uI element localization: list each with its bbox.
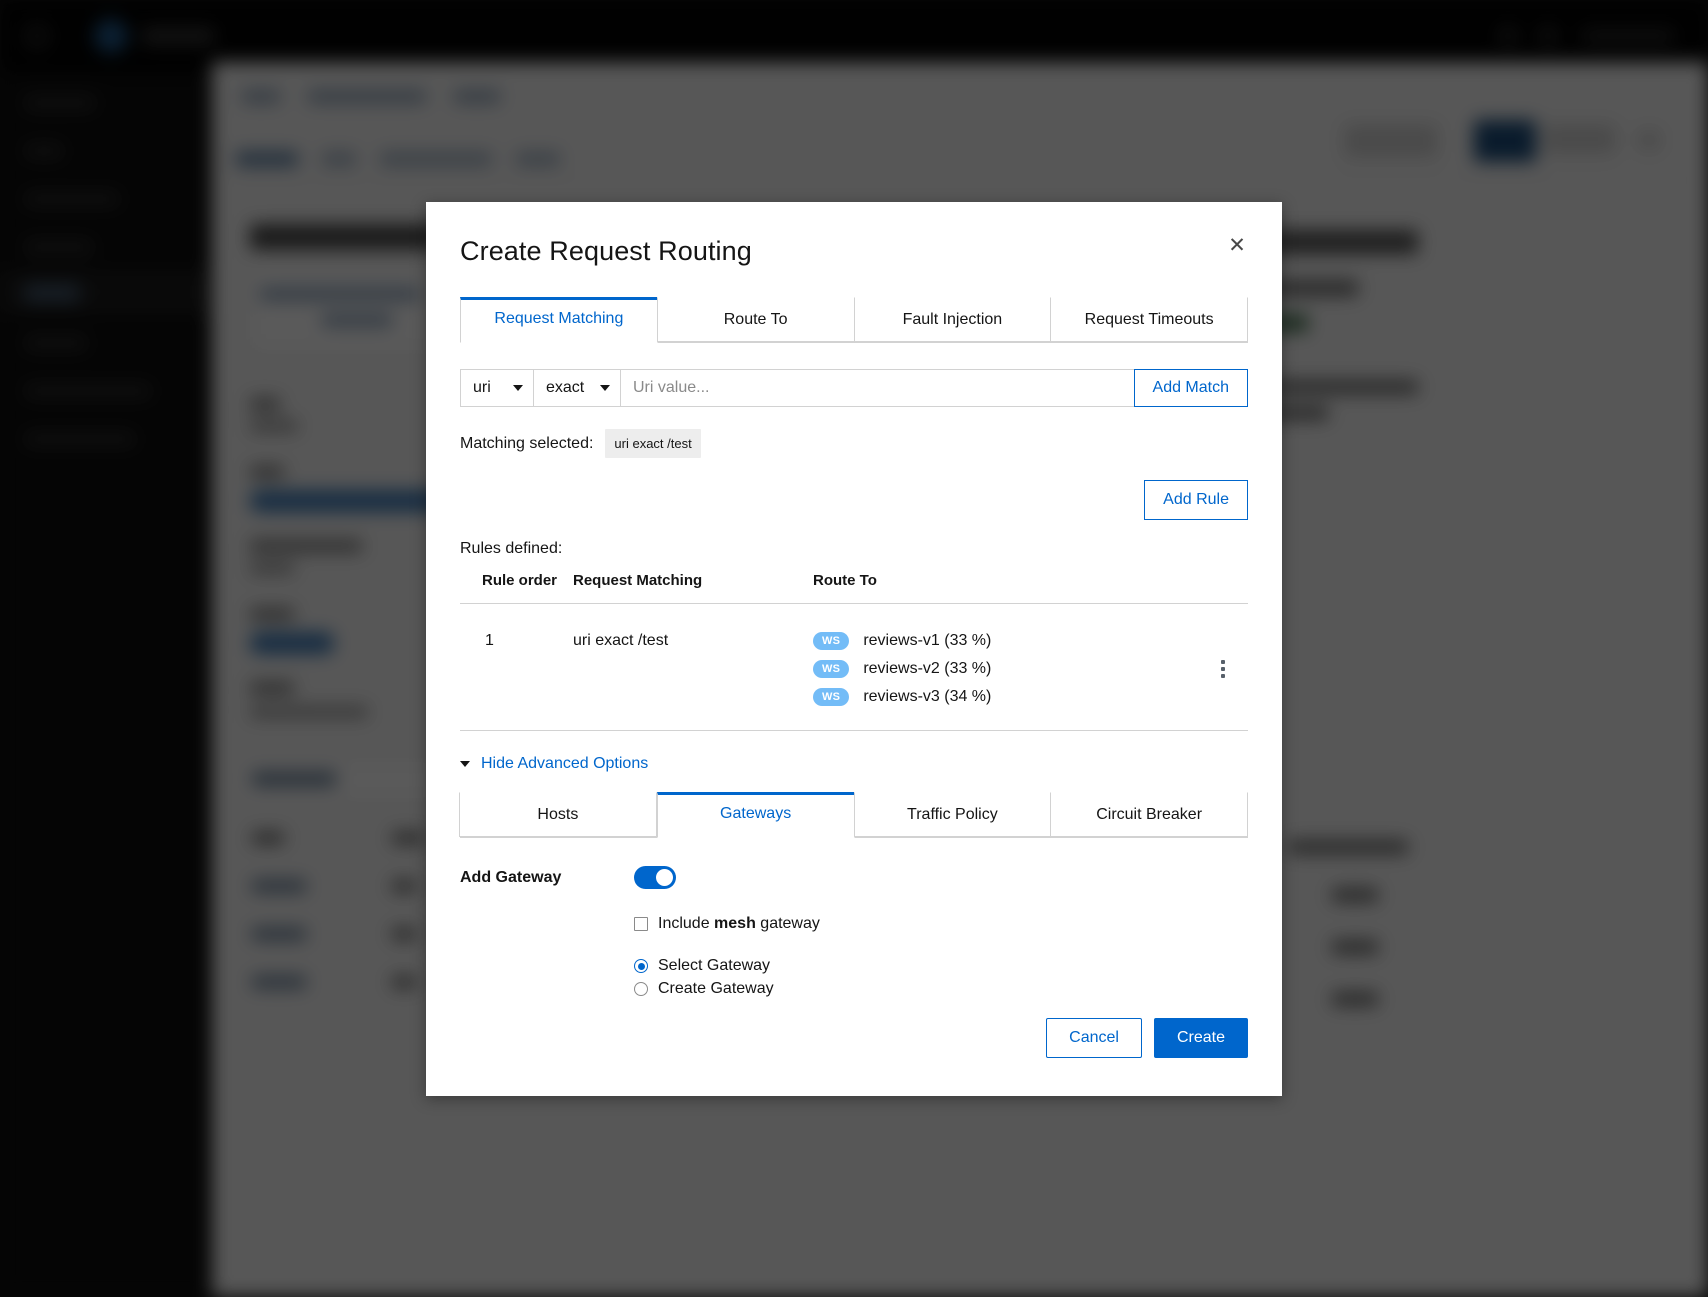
- uri-value-input[interactable]: [621, 369, 1135, 407]
- match-field-value: uri: [473, 379, 491, 396]
- dialog-body: uri exact Add Match Matching selected: u…: [426, 343, 1282, 1018]
- column-header-route-to: Route To: [813, 572, 1198, 604]
- include-mesh-gateway-label: Include mesh gateway: [658, 915, 820, 933]
- rules-header-row: Rule order Request Matching Route To: [460, 572, 1248, 604]
- include-mesh-prefix: Include: [658, 915, 715, 932]
- workload-badge: WS: [813, 660, 850, 678]
- radio-create-gateway-label: Create Gateway: [658, 980, 774, 997]
- route-destination: WS reviews-v1 (33 %): [813, 632, 1198, 650]
- column-header-rule-order: Rule order: [460, 572, 573, 604]
- main-tabbar: Request Matching Route To Fault Injectio…: [460, 297, 1248, 343]
- close-icon[interactable]: ✕: [1222, 230, 1252, 260]
- matching-selected-row: Matching selected: uri exact /test: [460, 429, 1248, 458]
- table-row: 1 uri exact /test WS reviews-v1 (33 %) W…: [460, 603, 1248, 731]
- add-rule-button[interactable]: Add Rule: [1144, 480, 1248, 520]
- create-request-routing-dialog: Create Request Routing ✕ Request Matchin…: [426, 202, 1282, 1096]
- chevron-down-icon: [600, 385, 610, 391]
- dialog-header: Create Request Routing ✕: [426, 202, 1282, 267]
- add-gateway-label: Add Gateway: [460, 868, 562, 886]
- advanced-options-label: Hide Advanced Options: [481, 755, 649, 772]
- tab-fault-injection[interactable]: Fault Injection: [853, 297, 1052, 342]
- cell-request-matching: uri exact /test: [573, 603, 813, 731]
- radio-select-gateway-label: Select Gateway: [658, 957, 771, 974]
- match-operator-select[interactable]: exact: [533, 369, 621, 407]
- tab-request-matching[interactable]: Request Matching: [460, 297, 658, 343]
- route-label: reviews-v3 (34 %): [863, 688, 992, 705]
- add-match-button[interactable]: Add Match: [1133, 369, 1248, 407]
- match-field-select[interactable]: uri: [460, 369, 534, 407]
- radio-select-gateway-row[interactable]: Select Gateway: [634, 957, 1248, 975]
- add-gateway-row: Add Gateway: [460, 866, 1248, 889]
- route-destination: WS reviews-v3 (34 %): [813, 688, 1198, 706]
- rules-table-head: Rule order Request Matching Route To: [460, 572, 1248, 604]
- add-gateway-toggle[interactable]: [634, 866, 676, 889]
- column-header-request-matching: Request Matching: [573, 572, 813, 604]
- gateway-options: Include mesh gateway Select Gateway Crea…: [634, 915, 1248, 998]
- include-mesh-bold: mesh: [714, 915, 756, 932]
- cell-row-actions: [1198, 603, 1248, 731]
- chevron-down-icon: [513, 385, 523, 391]
- workload-badge: WS: [813, 688, 850, 706]
- radio-select-gateway[interactable]: [634, 959, 648, 973]
- kebab-dot: [1221, 660, 1225, 664]
- cell-rule-order: 1: [460, 603, 573, 731]
- tab-route-to[interactable]: Route To: [656, 297, 855, 342]
- tab-traffic-policy[interactable]: Traffic Policy: [853, 792, 1052, 837]
- column-header-actions: [1198, 572, 1248, 604]
- gateway-mode-radio-group: Select Gateway Create Gateway: [634, 957, 1248, 998]
- matching-selected-chip[interactable]: uri exact /test: [605, 429, 701, 458]
- kebab-dot: [1221, 667, 1225, 671]
- chevron-down-icon: [460, 761, 470, 767]
- rules-defined-label: Rules defined:: [460, 540, 563, 557]
- advanced-tabbar: Hosts Gateways Traffic Policy Circuit Br…: [459, 792, 1248, 838]
- tab-request-timeouts[interactable]: Request Timeouts: [1050, 297, 1248, 342]
- kebab-dot: [1221, 674, 1225, 678]
- match-builder-row: uri exact Add Match: [460, 369, 1248, 407]
- dialog-title: Create Request Routing: [460, 236, 752, 266]
- cell-route-to: WS reviews-v1 (33 %) WS reviews-v2 (33 %…: [813, 603, 1198, 731]
- add-rule-row: Add Rule: [460, 480, 1248, 520]
- match-operator-value: exact: [546, 379, 585, 396]
- route-label: reviews-v2 (33 %): [863, 660, 992, 677]
- create-button[interactable]: Create: [1153, 1018, 1248, 1058]
- cancel-button[interactable]: Cancel: [1046, 1018, 1142, 1058]
- rules-table-body: 1 uri exact /test WS reviews-v1 (33 %) W…: [460, 603, 1248, 731]
- route-destination: WS reviews-v2 (33 %): [813, 660, 1198, 678]
- radio-create-gateway-row[interactable]: Create Gateway: [634, 980, 1248, 998]
- include-mesh-gateway-row[interactable]: Include mesh gateway: [634, 915, 1248, 933]
- include-mesh-suffix: gateway: [755, 915, 820, 932]
- rules-table: Rule order Request Matching Route To 1 u…: [460, 572, 1248, 731]
- hide-advanced-options-toggle[interactable]: Hide Advanced Options: [460, 755, 1248, 773]
- tab-hosts[interactable]: Hosts: [459, 792, 657, 837]
- matching-selected-label: Matching selected:: [460, 434, 594, 452]
- include-mesh-gateway-checkbox[interactable]: [634, 917, 648, 931]
- route-label: reviews-v1 (33 %): [863, 632, 992, 649]
- tab-circuit-breaker[interactable]: Circuit Breaker: [1050, 792, 1248, 837]
- tab-gateways[interactable]: Gateways: [656, 792, 855, 838]
- dialog-footer: Cancel Create: [426, 1018, 1282, 1096]
- workload-badge: WS: [813, 632, 850, 650]
- radio-create-gateway[interactable]: [634, 982, 648, 996]
- kebab-menu-icon[interactable]: [1210, 656, 1236, 682]
